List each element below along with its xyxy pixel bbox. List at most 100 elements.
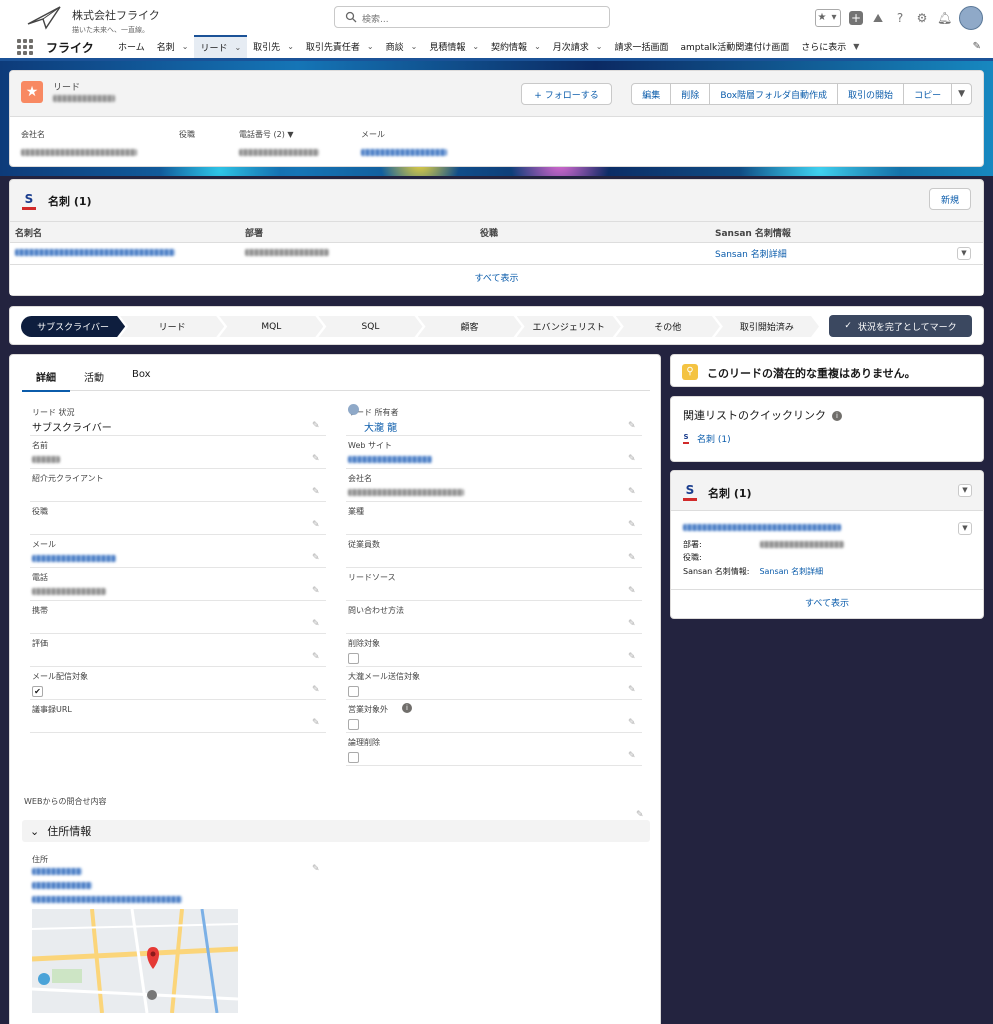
pencil-icon[interactable]: ✎ — [312, 619, 322, 629]
chevron-down-icon[interactable]: ⌄ — [182, 42, 189, 51]
more-actions-icon[interactable]: ▼ — [952, 84, 971, 104]
row-action-menu[interactable]: ▼ — [958, 522, 972, 535]
nav-tab[interactable]: 商談 ⌄ — [380, 35, 424, 58]
nav-tab[interactable]: amptalk活動関連付け画面 — [675, 35, 796, 58]
path-step[interactable]: MQL — [219, 316, 323, 337]
info-icon[interactable]: i — [402, 703, 412, 713]
nav-tab[interactable]: リード ⌄ — [194, 35, 248, 58]
pencil-icon[interactable]: ✎ — [312, 864, 322, 874]
nav-tab-label[interactable]: 見積情報 — [429, 40, 465, 53]
nav-tab[interactable]: ホーム — [112, 35, 151, 58]
checkbox[interactable]: ✔ — [32, 686, 43, 697]
checkbox[interactable] — [348, 653, 359, 664]
pencil-icon[interactable]: ✎ — [628, 520, 638, 530]
new-button[interactable]: 新規 — [929, 188, 971, 210]
pencil-icon[interactable]: ✎ — [312, 652, 322, 662]
meishi-name-link-redacted[interactable] — [15, 249, 175, 256]
detail-tab[interactable]: 詳細 — [22, 369, 70, 392]
trailhead-icon[interactable]: ⛰ — [871, 11, 885, 25]
chevron-down-icon[interactable]: ⌄ — [411, 42, 418, 51]
pencil-icon[interactable]: ✎ — [312, 487, 322, 497]
checkbox[interactable] — [348, 752, 359, 763]
chevron-down-icon[interactable]: ⌄ — [30, 825, 39, 838]
nav-tab-label[interactable]: 名刺 — [157, 40, 175, 53]
chevron-down-icon[interactable]: ▾ — [828, 10, 840, 26]
pencil-icon[interactable]: ✎ — [628, 553, 638, 563]
nav-tab-label[interactable]: ホーム — [118, 40, 145, 53]
favorites-button[interactable]: ★ ▾ — [815, 9, 841, 27]
address-line-redacted[interactable] — [32, 868, 82, 875]
nav-tab[interactable]: 見積情報 ⌄ — [423, 35, 485, 58]
record-action-button[interactable]: コピー — [904, 84, 953, 104]
nav-tab-label[interactable]: リード — [200, 41, 227, 54]
view-all-link[interactable]: すべて表示 — [671, 589, 983, 619]
gear-icon[interactable]: ⚙ — [915, 11, 929, 25]
detail-tab[interactable]: 活動 — [70, 369, 118, 390]
nav-tab[interactable]: 取引先 ⌄ — [247, 35, 300, 58]
card-menu[interactable]: ▼ — [958, 484, 972, 497]
checkbox[interactable] — [348, 719, 359, 730]
nav-tab-label[interactable]: 請求一括画面 — [614, 40, 668, 53]
pencil-icon[interactable]: ✎ — [312, 421, 322, 431]
pencil-icon[interactable]: ✎ — [628, 487, 638, 497]
meishi-name-link-redacted[interactable] — [683, 524, 841, 531]
pencil-icon[interactable]: ✎ — [628, 751, 638, 761]
global-search-input[interactable]: 検索... — [334, 6, 610, 28]
address-section-header[interactable]: ⌄ 住所情報 — [22, 820, 650, 842]
global-actions-icon[interactable]: + — [849, 11, 863, 25]
path-step[interactable]: エバンジェリスト — [517, 316, 621, 337]
card-title[interactable]: 名刺 (1) — [708, 485, 752, 501]
chevron-down-icon[interactable]: ⌄ — [472, 42, 479, 51]
nav-tab-label[interactable]: さらに表示 — [801, 40, 846, 53]
pencil-icon[interactable]: ✎ — [312, 685, 322, 695]
detail-tab[interactable]: Box — [118, 369, 165, 390]
nav-tab-label[interactable]: 月次請求 — [553, 40, 589, 53]
user-avatar[interactable] — [959, 6, 983, 30]
info-icon[interactable]: i — [832, 411, 842, 421]
nav-tab-label[interactable]: amptalk活動関連付け画面 — [681, 40, 790, 53]
nav-tab[interactable]: 名刺 ⌄ — [151, 35, 195, 58]
path-step[interactable]: サブスクライバー — [21, 316, 125, 337]
nav-tab-label[interactable]: 取引先責任者 — [306, 40, 360, 53]
pencil-icon[interactable]: ✎ — [312, 718, 322, 728]
pencil-icon[interactable]: ✎ — [628, 685, 638, 695]
chevron-down-icon[interactable]: ⌄ — [367, 42, 374, 51]
quick-link-meishi[interactable]: S 名刺 (1) — [683, 432, 731, 445]
record-action-button[interactable]: 編集 — [632, 84, 672, 104]
record-action-button[interactable]: 取引の開始 — [838, 84, 905, 104]
mark-status-complete-button[interactable]: ✓ 状況を完了としてマーク — [829, 315, 972, 337]
chevron-down-icon[interactable]: ⌄ — [534, 42, 541, 51]
highlight-field-phone[interactable]: 電話番号 (2) ▼ — [239, 129, 319, 159]
company-logo-icon[interactable] — [26, 4, 66, 32]
bell-icon[interactable]: 🔔︎ — [937, 11, 952, 25]
chevron-down-icon[interactable]: ⌄ — [596, 42, 603, 51]
path-step[interactable]: その他 — [616, 316, 720, 337]
path-step[interactable]: SQL — [318, 316, 422, 337]
address-line-redacted[interactable] — [32, 882, 92, 889]
pencil-icon[interactable]: ✎ — [628, 619, 638, 629]
chevron-down-icon[interactable]: ⌄ — [234, 43, 241, 52]
address-map[interactable] — [32, 909, 238, 1013]
redacted-value[interactable] — [348, 456, 432, 463]
quick-link-label[interactable]: 名刺 (1) — [697, 432, 731, 445]
nav-tab[interactable]: 契約情報 ⌄ — [485, 35, 547, 58]
nav-tab-label[interactable]: 取引先 — [253, 40, 280, 53]
follow-button[interactable]: + フォローする — [521, 83, 612, 105]
chevron-down-icon[interactable]: ▼ — [853, 42, 859, 51]
nav-tab[interactable]: 月次請求 ⌄ — [547, 35, 609, 58]
record-action-button[interactable]: 削除 — [671, 84, 711, 104]
path-step[interactable]: リード — [120, 316, 224, 337]
edit-nav-icon[interactable]: ✎ — [973, 41, 981, 52]
redacted-value[interactable] — [32, 555, 116, 562]
pencil-icon[interactable]: ✎ — [312, 586, 322, 596]
sansan-detail-link[interactable]: Sansan 名刺詳細 — [715, 250, 787, 260]
app-launcher-icon[interactable] — [17, 39, 33, 55]
chevron-down-icon[interactable]: ⌄ — [287, 42, 294, 51]
pencil-icon[interactable]: ✎ — [628, 652, 638, 662]
field-label[interactable]: 電話番号 (2) ▼ — [239, 129, 319, 140]
email-link-redacted[interactable] — [361, 149, 447, 156]
owner-link[interactable]: 大瀧 龍 — [348, 419, 397, 434]
address-line-redacted[interactable] — [32, 896, 182, 903]
path-step[interactable]: 取引開始済み — [715, 316, 819, 337]
record-action-button[interactable]: Box階層フォルダ自動作成 — [710, 84, 839, 104]
